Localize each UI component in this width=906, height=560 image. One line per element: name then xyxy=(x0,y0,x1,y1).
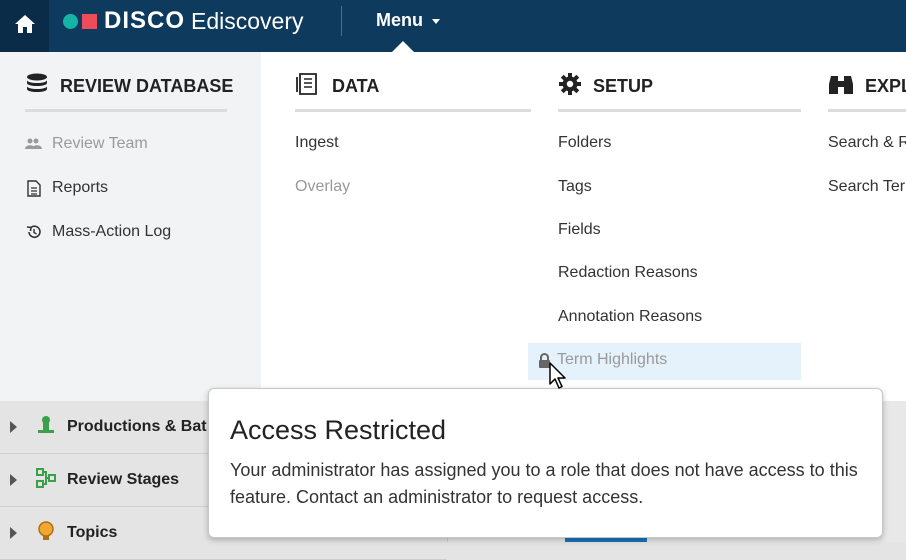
menu-item-label: Reports xyxy=(52,179,109,196)
menu-item-label: Folders xyxy=(558,134,612,151)
heading-underline xyxy=(558,109,801,112)
menu-item-label: Redaction Reasons xyxy=(558,264,698,281)
menu-item-annotation-reasons[interactable]: Annotation Reasons xyxy=(558,308,702,326)
heading-label: SETUP xyxy=(593,76,654,96)
gear-icon xyxy=(558,72,593,101)
stamp-icon xyxy=(35,414,57,441)
menu-pointer xyxy=(392,41,414,52)
menu-item-label: Overlay xyxy=(295,178,351,195)
heading-underline xyxy=(25,109,227,112)
bulb-icon xyxy=(35,520,57,547)
review-database-heading: REVIEW DATABASE xyxy=(25,72,233,101)
list-item-label: Review Stages xyxy=(67,471,180,488)
database-icon xyxy=(25,72,60,101)
menu-item-label: Fields xyxy=(558,221,601,238)
menu-item-reports[interactable]: Reports xyxy=(25,179,108,197)
review-database-column: REVIEW DATABASE Review Team Reports Mass… xyxy=(0,52,261,401)
data-heading: DATA xyxy=(295,72,379,101)
chevron-down-icon xyxy=(432,19,440,24)
menu-item-fields[interactable]: Fields xyxy=(558,221,601,239)
menu-item-label: Mass-Action Log xyxy=(52,223,172,240)
menu-item-search-terms[interactable]: Search Ter xyxy=(828,178,905,196)
heading-label: EXPL xyxy=(865,76,906,96)
divider xyxy=(341,6,342,36)
explore-heading: EXPL xyxy=(828,72,906,101)
binoculars-icon xyxy=(828,72,865,101)
tooltip-title: Access Restricted xyxy=(230,415,447,445)
mouse-cursor-icon xyxy=(548,362,568,395)
menu-item-review-team[interactable]: Review Team xyxy=(25,135,148,153)
tooltip-body: Your administrator has assigned you to a… xyxy=(230,460,858,507)
menu-item-label: Search & R xyxy=(828,134,906,151)
expand-caret-icon[interactable] xyxy=(10,527,17,539)
workflow-icon xyxy=(35,467,57,494)
expand-caret-icon[interactable] xyxy=(10,421,17,433)
menu-item-label: Ingest xyxy=(295,134,339,151)
logo-square-icon xyxy=(82,13,97,29)
menu-button-label: Menu xyxy=(376,10,423,30)
product-name: Ediscovery xyxy=(191,7,304,34)
menu-item-overlay[interactable]: Overlay xyxy=(295,178,350,196)
menu-item-label: Annotation Reasons xyxy=(558,308,703,325)
menu-item-search-and-review[interactable]: Search & R xyxy=(828,134,906,152)
menu-item-label: Term Highlights xyxy=(557,351,668,368)
app-logo[interactable]: DISCO Ediscovery xyxy=(63,7,304,34)
users-icon xyxy=(25,138,42,150)
documents-icon xyxy=(295,72,332,101)
menu-item-mass-action-log[interactable]: Mass-Action Log xyxy=(25,223,171,241)
menu-item-ingest[interactable]: Ingest xyxy=(295,134,339,152)
menu-item-label: Tags xyxy=(558,178,592,195)
list-item-label: Topics xyxy=(67,524,118,541)
setup-heading: SETUP xyxy=(558,72,653,101)
list-item-label: Productions & Bat xyxy=(67,418,207,435)
brand-name: DISCO xyxy=(104,7,186,34)
history-icon xyxy=(25,224,42,240)
menu-item-tags[interactable]: Tags xyxy=(558,178,592,196)
heading-underline xyxy=(828,109,906,112)
home-button[interactable] xyxy=(0,0,49,52)
logo-dot-icon xyxy=(63,13,78,29)
access-restricted-tooltip: Access Restricted Your administrator has… xyxy=(208,388,883,538)
expand-caret-icon[interactable] xyxy=(10,474,17,486)
menu-item-label: Search Ter xyxy=(828,178,906,195)
menu-item-redaction-reasons[interactable]: Redaction Reasons xyxy=(558,264,698,282)
document-icon xyxy=(25,179,42,197)
heading-label: DATA xyxy=(332,76,380,96)
home-icon xyxy=(13,13,37,40)
mega-menu: REVIEW DATABASE Review Team Reports Mass… xyxy=(0,52,906,401)
heading-underline xyxy=(295,109,531,112)
menu-item-folders[interactable]: Folders xyxy=(558,134,611,152)
menu-item-label: Review Team xyxy=(52,135,148,152)
menu-button[interactable]: Menu xyxy=(376,10,440,31)
top-navbar: DISCO Ediscovery Menu xyxy=(0,0,906,52)
heading-label: REVIEW DATABASE xyxy=(60,76,234,96)
